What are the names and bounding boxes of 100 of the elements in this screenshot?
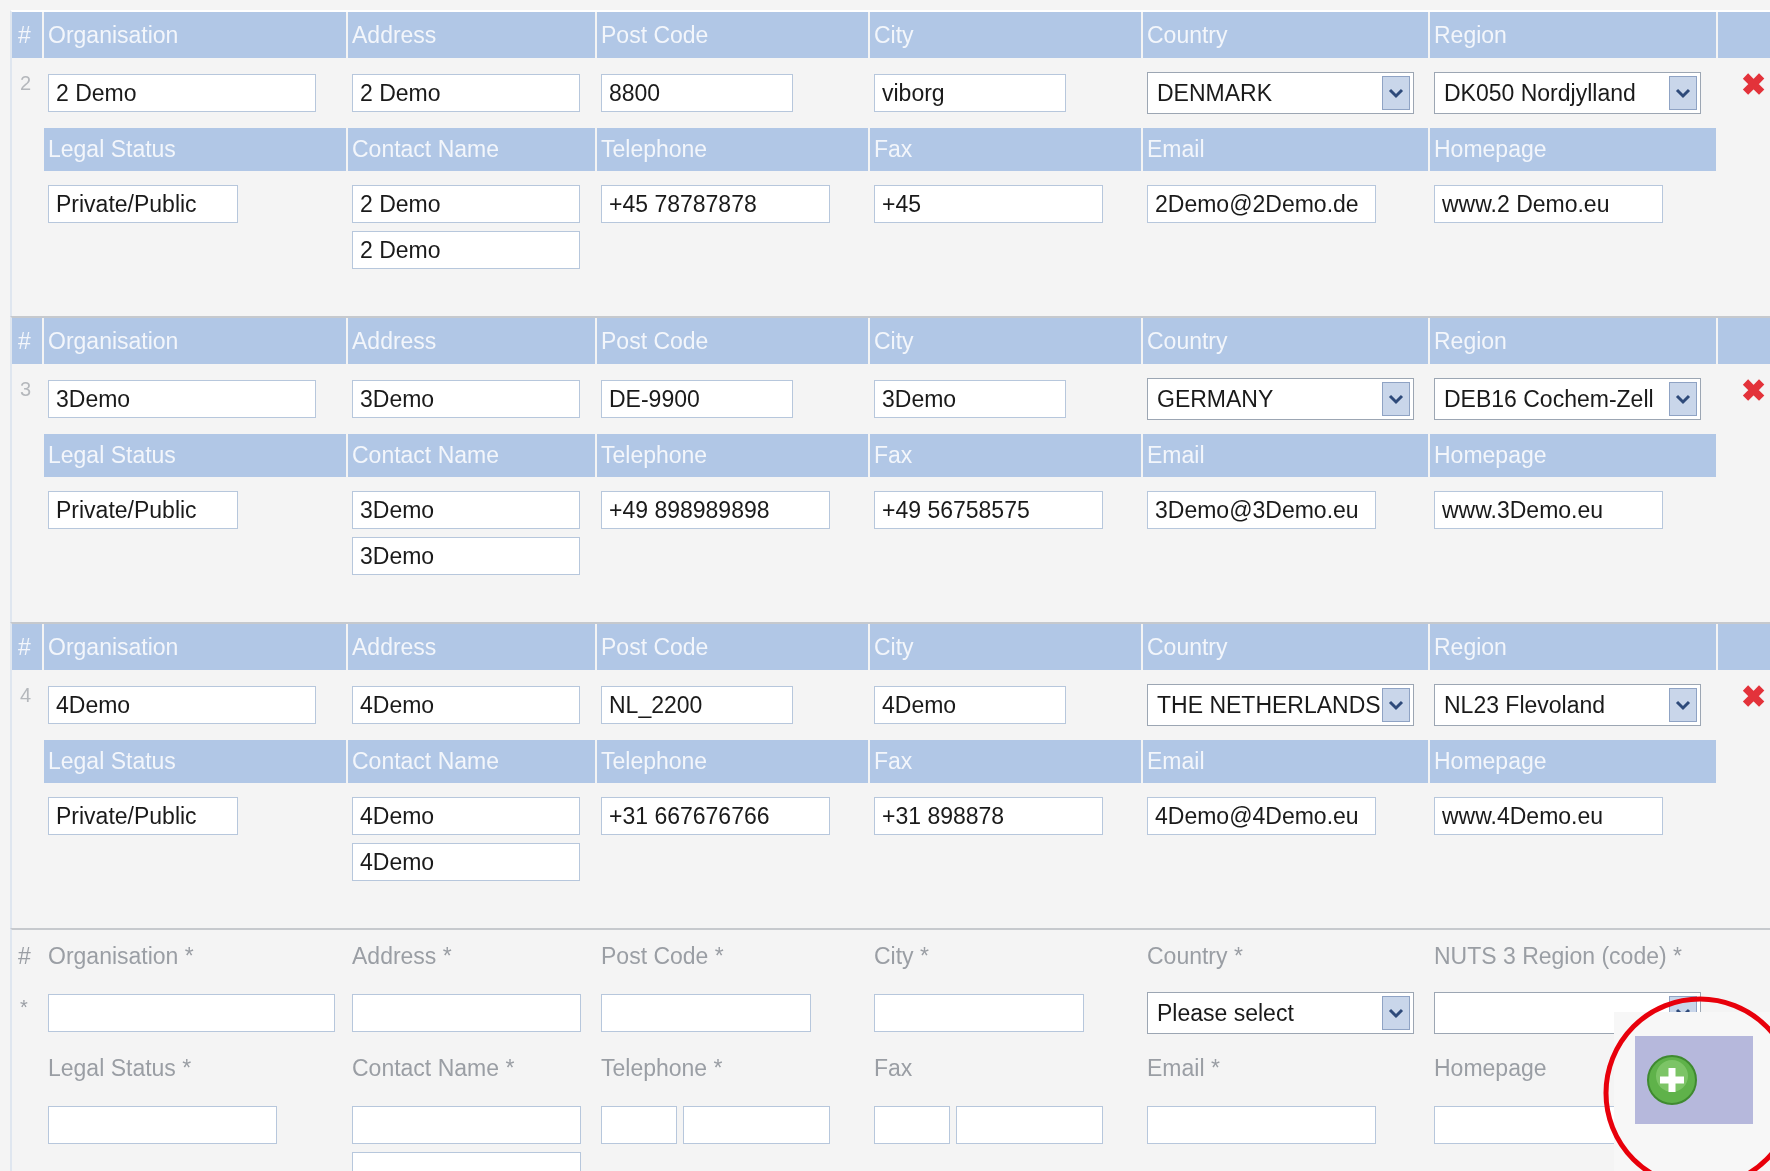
input-field[interactable]: 3Demo@3Demo.eu (1147, 491, 1376, 529)
column-header: Country (1143, 12, 1428, 58)
dropdown[interactable]: DENMARK (1147, 72, 1414, 114)
input-field[interactable]: 4Demo@4Demo.eu (1147, 797, 1376, 835)
input-field[interactable]: 8800 (601, 74, 793, 112)
input-field[interactable] (683, 1106, 830, 1144)
input-field[interactable]: NL_2200 (601, 686, 793, 724)
input-field[interactable]: 4Demo (352, 686, 580, 724)
column-header: # (12, 624, 42, 670)
delete-icon[interactable]: ✖ (1741, 682, 1766, 712)
input-field[interactable]: www.4Demo.eu (1434, 797, 1663, 835)
column-header: Legal Status (44, 128, 346, 171)
column-header: Homepage (1430, 740, 1716, 783)
dropdown[interactable]: DEB16 Cochem-Zell (1434, 378, 1701, 420)
column-header: # (18, 942, 31, 970)
column-header: Contact Name (348, 740, 595, 783)
field-label: Fax (874, 1054, 913, 1082)
column-header: Telephone (597, 434, 868, 477)
column-header: Country (1143, 624, 1428, 670)
field-label: Telephone * (601, 1054, 723, 1082)
column-header: City (870, 12, 1141, 58)
input-field[interactable] (601, 994, 811, 1032)
input-field[interactable]: +31 667676766 (601, 797, 830, 835)
input-field[interactable]: 3Demo (352, 491, 580, 529)
column-header: Legal Status (44, 434, 346, 477)
input-field[interactable] (956, 1106, 1103, 1144)
column-header: Region (1430, 624, 1716, 670)
input-field[interactable] (48, 1106, 277, 1144)
field-label: Email * (1147, 1054, 1220, 1082)
column-header: # (12, 12, 42, 58)
input-field[interactable]: Private/Public (48, 491, 238, 529)
caret-icon (1669, 382, 1697, 416)
column-header: Homepage (1430, 128, 1716, 171)
input-field[interactable]: 3Demo (352, 537, 580, 575)
caret-icon (1669, 76, 1697, 110)
input-field[interactable]: +31 898878 (874, 797, 1103, 835)
input-field[interactable]: 4Demo (352, 843, 580, 881)
input-field[interactable]: 2Demo@2Demo.de (1147, 185, 1376, 223)
column-header: City (870, 624, 1141, 670)
column-header: Address (348, 624, 595, 670)
input-field[interactable]: 3Demo (874, 380, 1066, 418)
dropdown[interactable]: DK050 Nordjylland (1434, 72, 1701, 114)
dropdown[interactable]: THE NETHERLANDS (1147, 684, 1414, 726)
input-field[interactable] (1147, 1106, 1376, 1144)
dropdown[interactable]: GERMANY (1147, 378, 1414, 420)
input-field[interactable] (48, 994, 335, 1032)
column-header: Fax (870, 434, 1141, 477)
dropdown[interactable]: Please select (1147, 992, 1414, 1034)
caret-icon (1382, 76, 1410, 110)
input-field[interactable] (352, 1106, 581, 1144)
input-field[interactable]: 4Demo (48, 686, 316, 724)
input-field[interactable]: 2 Demo (352, 74, 580, 112)
input-field[interactable] (601, 1106, 677, 1144)
caret-icon (1382, 996, 1410, 1030)
input-field[interactable]: viborg (874, 74, 1066, 112)
delete-icon[interactable]: ✖ (1741, 376, 1766, 406)
column-header: Region (1430, 318, 1716, 364)
input-field[interactable] (352, 994, 581, 1032)
caret-icon (1669, 688, 1697, 722)
input-field[interactable]: www.3Demo.eu (1434, 491, 1663, 529)
input-field[interactable] (874, 994, 1084, 1032)
column-header: Post Code (597, 12, 868, 58)
column-header: Organisation (44, 12, 346, 58)
required-marker: * (20, 996, 28, 1018)
input-field[interactable]: 2 Demo (352, 185, 580, 223)
add-button[interactable] (1635, 1036, 1753, 1124)
input-field[interactable]: 4Demo (352, 797, 580, 835)
row-number: 2 (20, 72, 32, 94)
input-field[interactable]: Private/Public (48, 797, 238, 835)
input-field[interactable]: +45 78787878 (601, 185, 830, 223)
column-header: Contact Name (348, 434, 595, 477)
input-field[interactable]: www.2 Demo.eu (1434, 185, 1663, 223)
input-field[interactable]: 3Demo (48, 380, 316, 418)
input-field[interactable]: Private/Public (48, 185, 238, 223)
column-header: Fax (870, 128, 1141, 171)
column-header: Organisation (44, 624, 346, 670)
input-field[interactable] (874, 1106, 950, 1144)
dropdown[interactable]: NL23 Flevoland (1434, 684, 1701, 726)
input-field[interactable]: 2 Demo (48, 74, 316, 112)
column-header: Organisation (44, 318, 346, 364)
field-label: NUTS 3 Region (code) * (1434, 942, 1682, 970)
column-header: Post Code (597, 318, 868, 364)
field-label: Organisation * (48, 942, 194, 970)
field-label: City * (874, 942, 929, 970)
input-field[interactable]: +49 56758575 (874, 491, 1103, 529)
input-field[interactable]: +49 898989898 (601, 491, 830, 529)
input-field[interactable]: DE-9900 (601, 380, 793, 418)
column-header: City (870, 318, 1141, 364)
input-field[interactable]: 3Demo (352, 380, 580, 418)
row-number: 3 (20, 378, 32, 400)
row-number: 4 (20, 684, 32, 706)
column-header: Contact Name (348, 128, 595, 171)
column-header: Address (348, 12, 595, 58)
column-header: Email (1143, 434, 1428, 477)
input-field[interactable]: +45 (874, 185, 1103, 223)
delete-icon[interactable]: ✖ (1741, 70, 1766, 100)
input-field[interactable]: 2 Demo (352, 231, 580, 269)
field-label: Contact Name * (352, 1054, 515, 1082)
column-header: Legal Status (44, 740, 346, 783)
input-field[interactable]: 4Demo (874, 686, 1066, 724)
